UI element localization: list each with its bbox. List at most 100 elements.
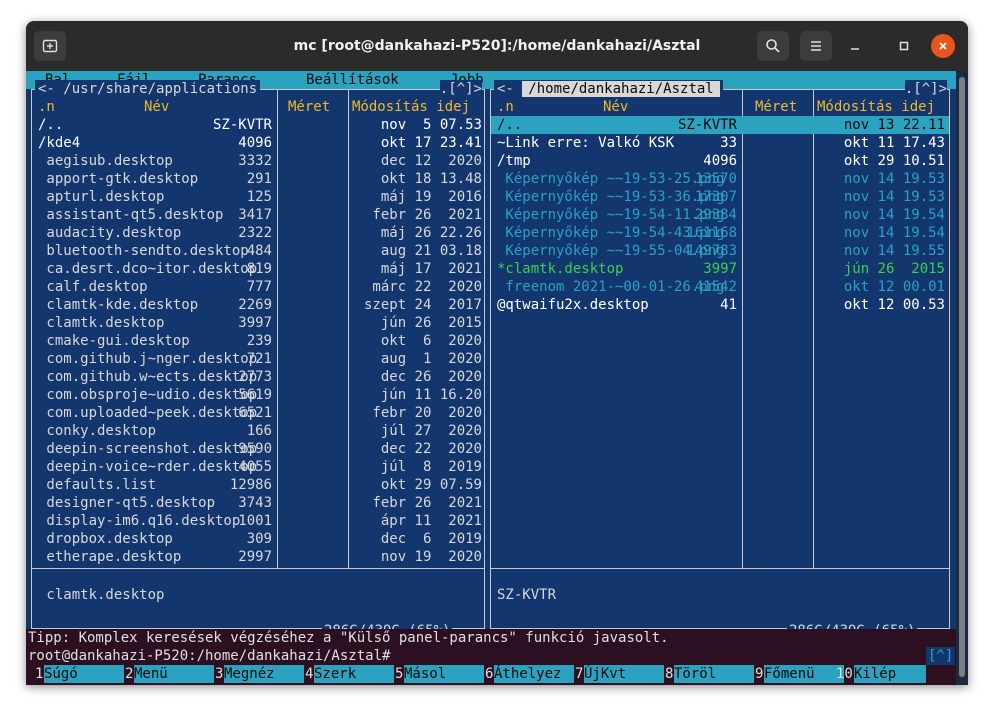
- file-row[interactable]: *clamtk.desktop 3997 jún 26 2015: [491, 260, 949, 278]
- left-col-head-size[interactable]: Méret: [288, 98, 330, 116]
- file-row[interactable]: deepin-voice~rder.desktop 4055 júl 8 2019: [32, 458, 484, 476]
- file-row[interactable]: Képernyőkép ~~19-53-25.png 13570 nov 14 19…: [491, 170, 949, 188]
- file-row[interactable]: assistant-qt5.desktop 3417 febr 26 2021: [32, 206, 484, 224]
- terminal-content[interactable]: Bal Fájl Parancs Beállítások Jobb <- /us…: [26, 71, 956, 685]
- right-col-head-date[interactable]: Módosítás idej: [817, 98, 935, 116]
- left-col-head-name[interactable]: Név: [144, 98, 169, 116]
- fkey-2[interactable]: 2 Menü: [125, 665, 214, 683]
- file-name: com.github.w~ects.desktop: [38, 369, 258, 385]
- file-name: dropbox.desktop: [38, 531, 173, 547]
- file-row[interactable]: /tmp 4096 okt 29 10.51: [491, 152, 949, 170]
- prompt-badge[interactable]: [^]: [926, 647, 956, 665]
- file-name: Képernyőkép ~~19-53-25.png: [497, 171, 725, 187]
- file-row[interactable]: cmake-gui.desktop 239 okt 6 2020: [32, 332, 484, 350]
- search-icon: [766, 39, 780, 53]
- file-row[interactable]: Képernyőkép ~~19-54-11.png 29384 nov 14 19…: [491, 206, 949, 224]
- file-date: okt 12 00.01: [843, 279, 945, 295]
- left-panel-corner[interactable]: .[^]>: [439, 80, 482, 98]
- fkey-number: 10: [836, 666, 853, 682]
- file-row[interactable]: conky.desktop 166 júl 27 2020: [32, 422, 484, 440]
- shell-prompt[interactable]: root@dankahazi-P520:/home/dankahazi/Aszt…: [28, 647, 390, 665]
- terminal-scrollbar[interactable]: [956, 71, 968, 685]
- file-row[interactable]: ~Link erre: Valkó KSK 33 okt 11 17.43: [491, 134, 949, 152]
- left-col-head-date[interactable]: Módosítás idej: [352, 98, 470, 116]
- hamburger-menu-icon: [811, 41, 821, 51]
- file-row[interactable]: Képernyőkép ~~19-55-04.png 149783 nov 14 1…: [491, 242, 949, 260]
- fkey-4[interactable]: 4 Szerk: [305, 665, 394, 683]
- file-date: jún 26 2015: [380, 315, 482, 331]
- file-row[interactable]: ca.desrt.dco~itor.desktop 819 máj 17 2021: [32, 260, 484, 278]
- file-row[interactable]: deepin-screenshot.desktop 9590 dec 22 2020: [32, 440, 484, 458]
- file-size: SZ-KVTR: [212, 117, 272, 133]
- file-row[interactable]: clamtk.desktop 3997 jún 26 2015: [32, 314, 484, 332]
- file-row[interactable]: /.. SZ-KVTR nov 13 22.11: [491, 116, 949, 134]
- fkey-6[interactable]: 6 Áthelyez: [485, 665, 574, 683]
- right-panel[interactable]: <- /home/dankahazi/Asztal .[^]> .n Név M…: [490, 80, 950, 640]
- file-row[interactable]: clamtk-kde.desktop 2269 szept 24 2017: [32, 296, 484, 314]
- file-size: 166: [246, 423, 272, 439]
- fkey-number: 1: [35, 666, 44, 682]
- minimize-button[interactable]: [843, 34, 867, 58]
- file-row[interactable]: dropbox.desktop 309 dec 6 2019: [32, 530, 484, 548]
- search-button[interactable]: [757, 31, 789, 61]
- hamburger-menu-button[interactable]: [800, 31, 832, 61]
- file-row[interactable]: Képernyőkép ~~19-53-36.png 17307 nov 14 19…: [491, 188, 949, 206]
- scrollbar-thumb[interactable]: [959, 77, 965, 677]
- file-row[interactable]: com.obsproje~udio.desktop 5619 jún 11 16.2…: [32, 386, 484, 404]
- file-row[interactable]: defaults.list 12986 okt 29 07.59: [32, 476, 484, 494]
- file-row[interactable]: audacity.desktop 2322 máj 26 22.26: [32, 224, 484, 242]
- file-row[interactable]: apturl.desktop 125 máj 19 2016: [32, 188, 484, 206]
- right-col-head-n[interactable]: .n: [497, 98, 514, 116]
- file-name: /kde4: [38, 135, 81, 151]
- fkey-7[interactable]: 7 ÚjKvt: [575, 665, 664, 683]
- file-row[interactable]: calf.desktop 777 márc 22 2020: [32, 278, 484, 296]
- left-panel-path-text: /usr/share/applications: [63, 81, 258, 97]
- file-size: 4096: [238, 135, 272, 151]
- file-size: 9590: [238, 441, 272, 457]
- left-panel-path[interactable]: <- /usr/share/applications: [35, 80, 261, 98]
- file-date: okt 11 17.43: [843, 135, 945, 151]
- file-row[interactable]: com.github.j~nger.desktop 721 aug 1 2020: [32, 350, 484, 368]
- right-col-head-name[interactable]: Név: [603, 98, 628, 116]
- fkey-8[interactable]: 8 Töröl: [665, 665, 754, 683]
- file-row[interactable]: /.. SZ-KVTR nov 5 07.53: [32, 116, 484, 134]
- file-row[interactable]: com.github.w~ects.desktop 2773 dec 26 2020: [32, 368, 484, 386]
- file-row[interactable]: @qtwaifu2x.desktop 41 okt 12 00.53: [491, 296, 949, 314]
- file-row[interactable]: display-im6.q16.desktop 1001 ápr 11 2021: [32, 512, 484, 530]
- file-size: 161168: [686, 225, 737, 241]
- file-size: 33: [720, 135, 737, 151]
- file-name: apport-gtk.desktop: [38, 171, 199, 187]
- file-row[interactable]: etherape.desktop 2997 nov 19 2020: [32, 548, 484, 566]
- left-panel[interactable]: <- /usr/share/applications .[^]> .n Név …: [31, 80, 485, 640]
- maximize-button[interactable]: [892, 34, 916, 58]
- left-col-head-n[interactable]: .n: [38, 98, 55, 116]
- left-status-divider: [32, 568, 484, 569]
- right-panel-corner[interactable]: .[^]>: [904, 80, 947, 98]
- right-col-head-size[interactable]: Méret: [755, 98, 797, 116]
- fkey-label: ÚjKvt: [584, 665, 664, 683]
- menu-item-beallitasok[interactable]: Beállítások: [306, 71, 399, 89]
- file-name: aegisub.desktop: [38, 153, 173, 169]
- fkey-number: 9: [755, 666, 764, 682]
- file-row[interactable]: aegisub.desktop 3332 dec 12 2020: [32, 152, 484, 170]
- right-panel-path-prefix: <-: [497, 81, 523, 97]
- fkey-5[interactable]: 5 Másol: [395, 665, 484, 683]
- fkey-9[interactable]: 9 Főmenü: [755, 665, 844, 683]
- file-row[interactable]: designer-qt5.desktop 3743 febr 26 2021: [32, 494, 484, 512]
- right-panel-path-text: /home/dankahazi/Asztal: [522, 81, 720, 97]
- fkey-3[interactable]: 3 Megnéz: [215, 665, 304, 683]
- fkey-10[interactable]: 10 Kilép: [836, 665, 926, 683]
- file-row[interactable]: freenom 2021-~00-01-26.png 41542 okt 12 00…: [491, 278, 949, 296]
- file-row[interactable]: apport-gtk.desktop 291 okt 18 13.48: [32, 170, 484, 188]
- file-name: bluetooth-sendto.desktop: [38, 243, 249, 259]
- right-panel-path[interactable]: <- /home/dankahazi/Asztal: [494, 80, 723, 98]
- file-row[interactable]: com.uploaded~peek.desktop 6521 febr 20 202…: [32, 404, 484, 422]
- file-row[interactable]: Képernyőkép ~~19-54-43.png 161168 nov 14 1…: [491, 224, 949, 242]
- close-button[interactable]: [931, 34, 955, 58]
- fkey-number: 4: [305, 666, 314, 682]
- fkey-1[interactable]: 1 Súgó: [35, 665, 124, 683]
- new-tab-button[interactable]: [34, 31, 66, 61]
- file-row[interactable]: bluetooth-sendto.desktop 484 aug 21 03.18: [32, 242, 484, 260]
- file-row[interactable]: /kde4 4096 okt 17 23.41: [32, 134, 484, 152]
- file-date: febr 26 2021: [372, 495, 482, 511]
